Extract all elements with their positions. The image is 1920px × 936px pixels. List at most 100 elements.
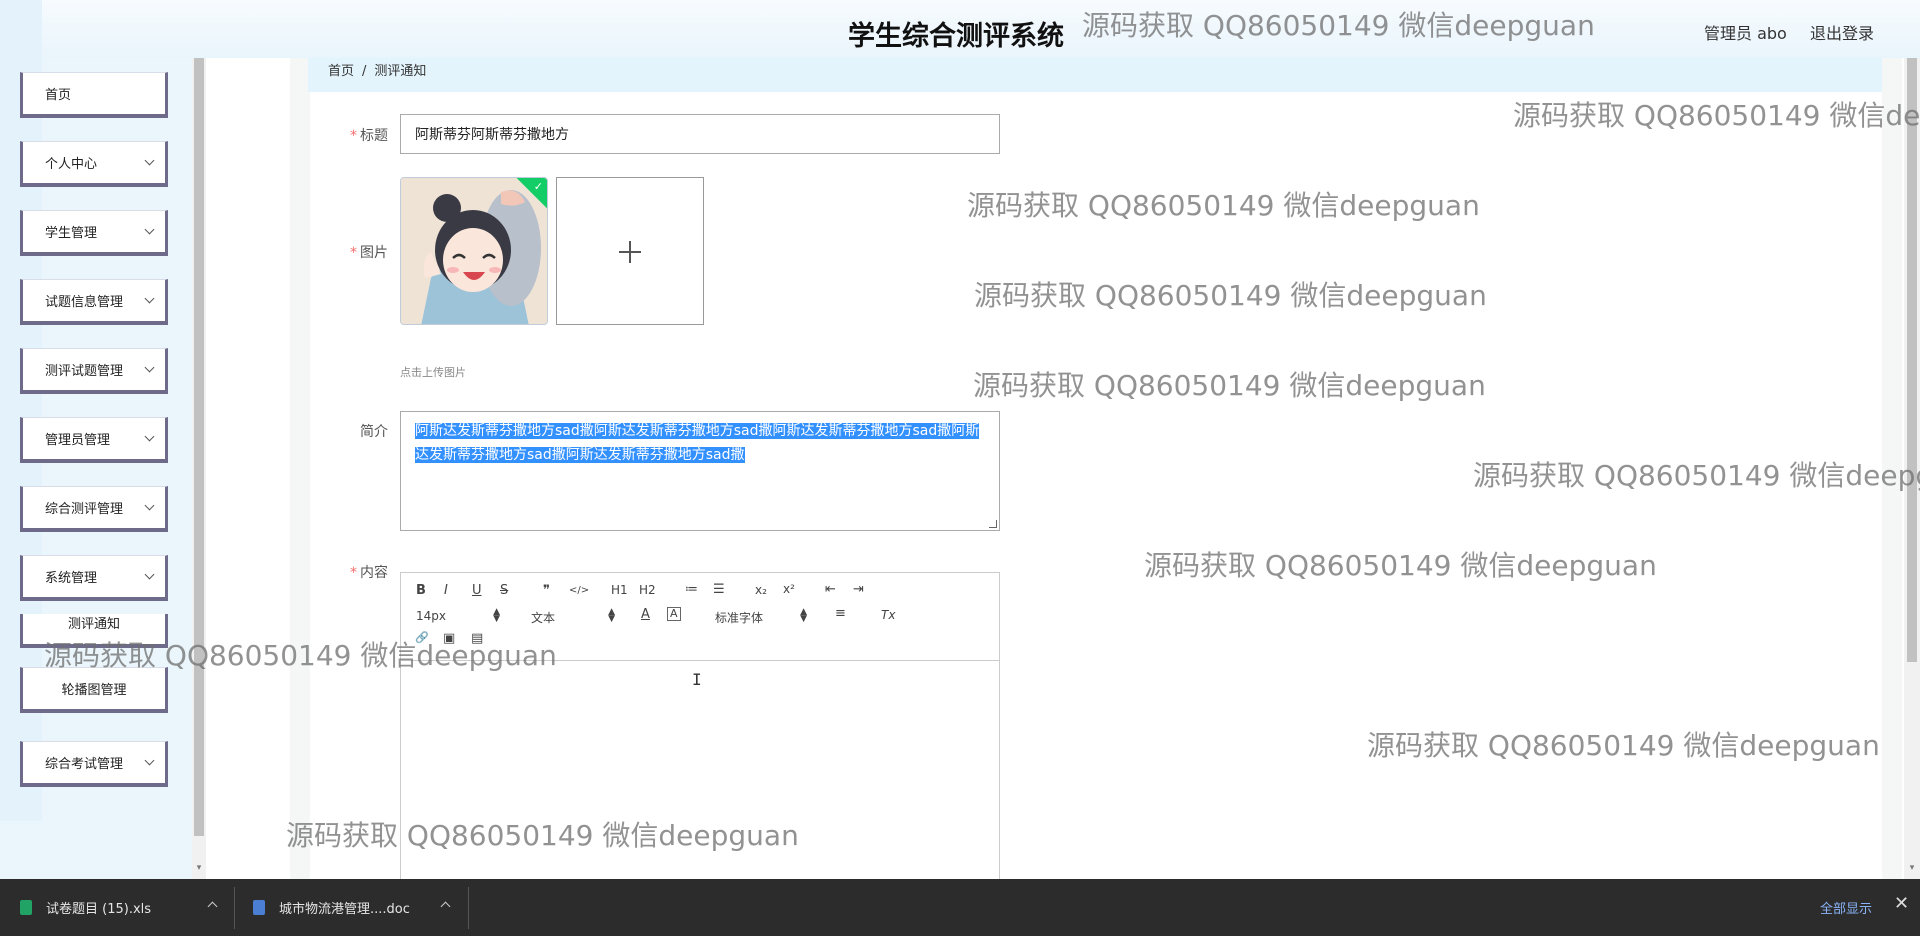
sidebar-subitem-notice[interactable]: 测评通知: [20, 614, 168, 648]
download-filename: 试卷题目 (15).xls: [46, 902, 152, 917]
sidebar-item-label: 综合测评管理: [45, 502, 124, 517]
h1-button[interactable]: H1: [611, 583, 628, 597]
uploaded-image-thumbnail[interactable]: ✓: [400, 177, 548, 325]
breadcrumb: 首页 / 测评通知: [328, 60, 426, 79]
bold-button[interactable]: B: [416, 583, 426, 598]
content-left-gutter: [290, 58, 310, 879]
resize-handle-icon[interactable]: [989, 520, 997, 528]
watermark: 源码获取 QQ86050149 微信deepguan: [1144, 549, 1657, 582]
sidebar-item-label: 个人中心: [45, 157, 98, 172]
breadcrumb-separator: /: [362, 64, 367, 79]
font-color-button[interactable]: A: [641, 607, 650, 622]
chevron-up-icon[interactable]: [207, 901, 218, 912]
title-input-value: 阿斯蒂芬阿斯蒂芬撒地方: [415, 127, 569, 143]
system-title: 学生综合测评系统: [848, 21, 1064, 52]
video-button[interactable]: ▤: [471, 631, 483, 646]
link-button[interactable]: 🔗: [415, 631, 429, 644]
rich-text-editor[interactable]: B I U S ❞ </> H1 H2 ≔ ☰ x₂ x² ⇤ ⇥ 14px ▲ ▼…: [400, 572, 1000, 882]
underline-button[interactable]: U: [472, 583, 482, 598]
sidebar-item-system[interactable]: 系统管理: [20, 555, 168, 601]
sidebar-item-label: 轮播图管理: [61, 683, 127, 698]
current-user: 管理员 abo: [1704, 24, 1787, 43]
ordered-list-button[interactable]: ≔: [685, 582, 698, 597]
plus-icon-vertical: [629, 241, 631, 263]
download-item[interactable]: 城市物流港管理....doc: [253, 879, 410, 936]
sidebar-item-label: 综合考试管理: [45, 757, 124, 772]
sidebar-item-label: 管理员管理: [45, 433, 111, 448]
divider: [468, 887, 469, 929]
watermark: 源码获取 QQ86050149 微信deepguan: [1513, 99, 1920, 132]
chevron-down-icon: [144, 755, 155, 766]
clean-format-button[interactable]: Tx: [881, 608, 895, 622]
sidebar-item-personal-center[interactable]: 个人中心: [20, 141, 168, 187]
select-arrows-icon: ▲ ▼: [493, 607, 500, 624]
indent-button[interactable]: ⇥: [853, 582, 864, 597]
logout-button[interactable]: 退出登录: [1810, 20, 1874, 44]
sidebar-scrollbar-thumb[interactable]: [194, 58, 204, 836]
sidebar-item-comprehensive-eval[interactable]: 综合测评管理: [20, 486, 168, 532]
upload-image-button[interactable]: [556, 177, 704, 325]
intro-textarea[interactable]: 阿斯达发斯蒂芬撒地方sad撒阿斯达发斯蒂芬撒地方sad撒阿斯达发斯蒂芬撒地方sa…: [400, 411, 1000, 531]
required-mark: *: [350, 565, 357, 581]
excel-icon: [20, 900, 32, 915]
download-item[interactable]: 试卷题目 (15).xls: [20, 879, 151, 936]
sidebar-subitem-carousel[interactable]: 轮播图管理: [20, 667, 168, 713]
font-size-value: 14px: [416, 609, 446, 623]
breadcrumb-home[interactable]: 首页: [328, 64, 354, 79]
intro-selected-text: 阿斯达发斯蒂芬撒地方sad撒阿斯达发斯蒂芬撒地方sad撒阿斯达发斯蒂芬撒地方sa…: [415, 423, 980, 463]
sidebar-item-label: 学生管理: [45, 226, 98, 241]
font-family-select[interactable]: 标准字体 ▲ ▼: [715, 608, 807, 626]
paragraph-select[interactable]: 文本 ▲ ▼: [531, 608, 615, 626]
align-button[interactable]: ≡: [835, 606, 846, 621]
chevron-down-icon: [144, 293, 155, 304]
content-label: * 内容: [308, 562, 388, 582]
superscript-button[interactable]: x²: [783, 582, 795, 596]
watermark: 源码获取 QQ86050149 微信deepguan: [974, 279, 1487, 312]
h2-button[interactable]: H2: [639, 583, 656, 597]
outdent-button[interactable]: ⇤: [825, 582, 836, 597]
download-filename: 城市物流港管理....doc: [279, 902, 410, 917]
strike-button[interactable]: S: [500, 583, 508, 598]
divider: [234, 887, 235, 929]
sidebar-item-admins[interactable]: 管理员管理: [20, 417, 168, 463]
show-all-downloads-button[interactable]: 全部显示: [1820, 898, 1872, 917]
breadcrumb-current: 测评通知: [374, 64, 427, 79]
text-cursor-icon: I: [692, 670, 702, 689]
sidebar-item-question-info[interactable]: 试题信息管理: [20, 279, 168, 325]
required-mark: *: [350, 245, 357, 261]
watermark: 源码获取 QQ86050149 微信deepguan: [967, 189, 1480, 222]
code-button[interactable]: </>: [569, 585, 589, 596]
chevron-down-icon: [144, 569, 155, 580]
font-family-value: 标准字体: [715, 611, 764, 625]
chevron-down-icon: [144, 431, 155, 442]
image-button[interactable]: ▣: [443, 631, 455, 646]
check-icon: ✓: [533, 181, 543, 193]
quote-button[interactable]: ❞: [543, 583, 550, 598]
watermark: 源码获取 QQ86050149 微信deepguan: [1367, 729, 1880, 762]
scroll-down-arrow-icon[interactable]: ▾: [1907, 862, 1917, 873]
chevron-down-icon: [144, 155, 155, 166]
title-input[interactable]: 阿斯蒂芬阿斯蒂芬撒地方: [400, 114, 1000, 154]
bullet-list-button[interactable]: ☰: [713, 582, 725, 597]
sidebar-item-label: 首页: [45, 88, 72, 103]
scroll-down-arrow-icon[interactable]: ▾: [194, 862, 204, 874]
close-icon[interactable]: ✕: [1894, 893, 1909, 914]
sidebar-item-eval-questions[interactable]: 测评试题管理: [20, 348, 168, 394]
italic-button[interactable]: I: [444, 583, 448, 598]
title-label-text: 标题: [360, 128, 388, 144]
watermark: 源码获取 QQ86050149 微信deepguan: [973, 369, 1486, 402]
font-size-select[interactable]: 14px ▲ ▼: [416, 607, 500, 624]
subscript-button[interactable]: x₂: [755, 583, 767, 597]
background-color-button[interactable]: A: [667, 607, 681, 621]
download-bar: 试卷题目 (15).xls 城市物流港管理....doc: [0, 879, 1920, 936]
main-scrollbar-thumb[interactable]: [1907, 58, 1917, 662]
intro-label: 简介: [360, 424, 388, 440]
sidebar-item-label: 测评试题管理: [45, 364, 124, 379]
image-label-text: 图片: [360, 245, 388, 261]
content-label-text: 内容: [360, 565, 388, 581]
chevron-up-icon[interactable]: [440, 901, 451, 912]
sidebar-item-students[interactable]: 学生管理: [20, 210, 168, 256]
sidebar-item-home[interactable]: 首页: [20, 72, 168, 118]
title-label: * 标题: [308, 125, 388, 145]
sidebar-item-exams[interactable]: 综合考试管理: [20, 741, 168, 787]
